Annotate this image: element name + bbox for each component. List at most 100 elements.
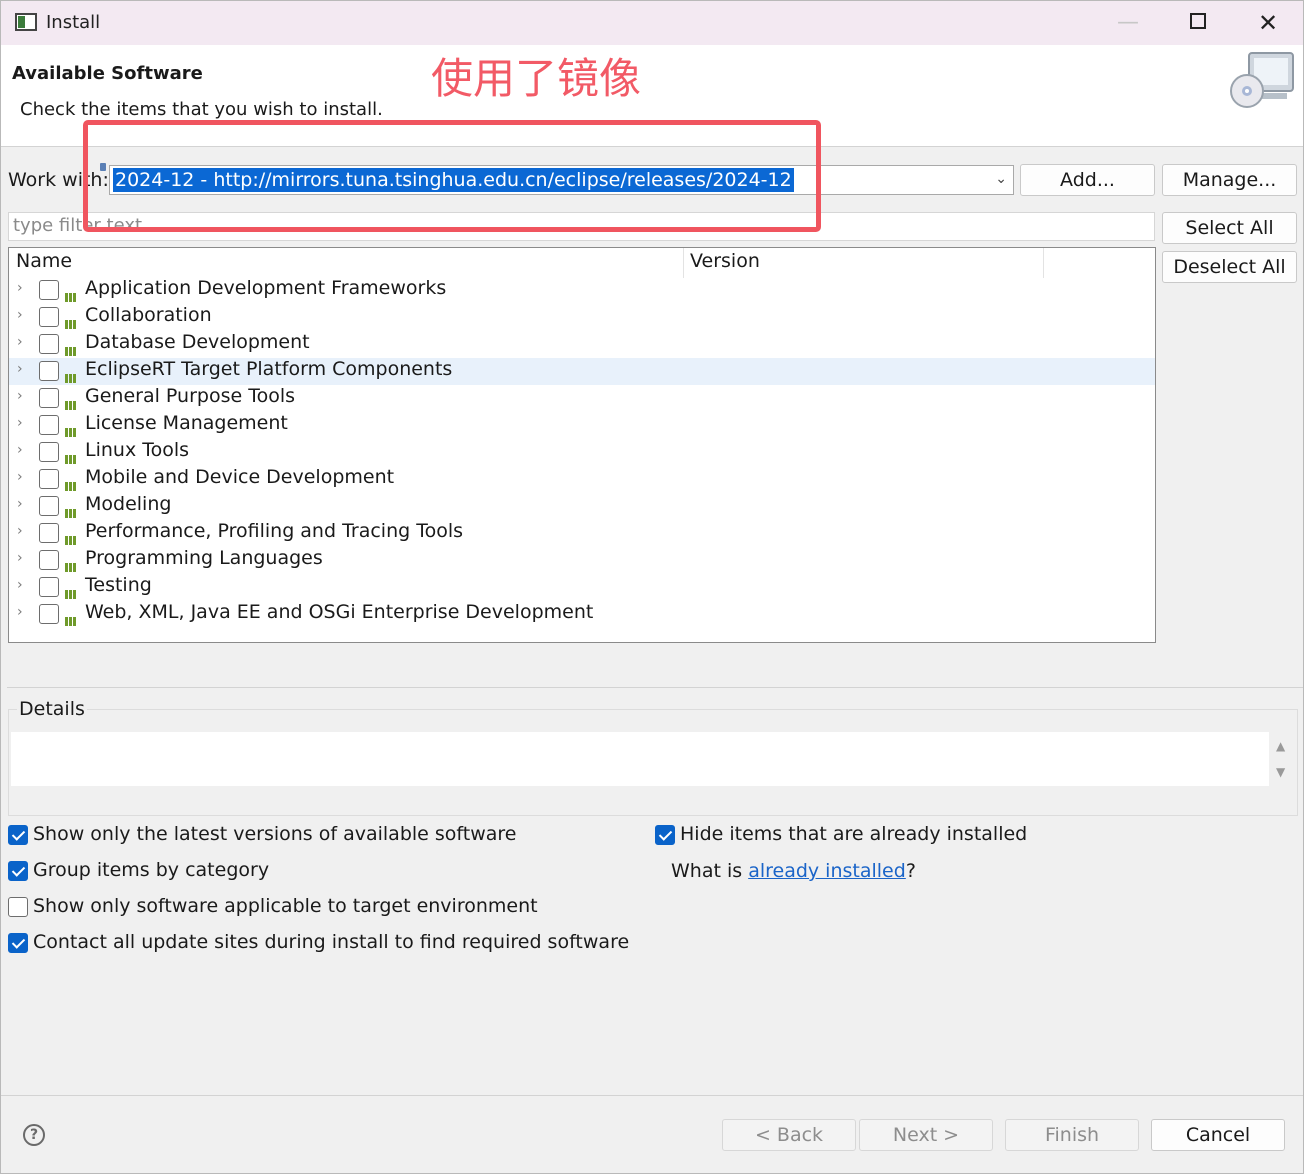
chevron-right-icon[interactable]: › [17,550,23,566]
chevron-right-icon[interactable]: › [17,442,23,458]
chevron-right-icon[interactable]: › [17,361,23,377]
row-label: Mobile and Device Development [85,466,395,488]
tree-row[interactable]: › Testing [9,574,1155,601]
tree-row[interactable]: › Modeling [9,493,1155,520]
tree-row[interactable]: › Performance, Profiling and Tracing Too… [9,520,1155,547]
help-icon[interactable]: ? [23,1124,45,1146]
finish-button[interactable]: Finish [1005,1119,1139,1151]
chevron-right-icon[interactable]: › [17,523,23,539]
category-icon [65,285,79,302]
work-with-value[interactable]: 2024-12 - http://mirrors.tuna.tsinghua.e… [113,168,794,192]
tree-row[interactable]: › Linux Tools [9,439,1155,466]
checkbox-checked[interactable] [8,825,28,845]
chevron-right-icon[interactable]: › [17,496,23,512]
row-label: Database Development [85,331,310,353]
what-is-prefix: What is [671,860,749,882]
divider [7,687,1303,688]
row-label: Programming Languages [85,547,323,569]
option-label: Show only the latest versions of availab… [33,823,517,845]
category-icon [65,339,79,356]
close-button[interactable]: ✕ [1233,1,1303,45]
checkbox-unchecked[interactable] [8,897,28,917]
maximize-button[interactable] [1163,1,1233,45]
row-checkbox[interactable] [39,550,59,570]
already-installed-link[interactable]: already installed [748,860,906,882]
row-label: Linux Tools [85,439,190,461]
page-description: Check the items that you wish to install… [20,99,383,120]
column-divider[interactable] [683,248,684,278]
tree-row[interactable]: › Web, XML, Java EE and OSGi Enterprise … [9,601,1155,628]
minimize-button[interactable]: — [1093,1,1163,45]
tree-row[interactable]: › Mobile and Device Development [9,466,1155,493]
cancel-button[interactable]: Cancel [1151,1119,1285,1151]
chevron-right-icon[interactable]: › [17,469,23,485]
row-checkbox[interactable] [39,523,59,543]
scroll-down-arrow-icon[interactable]: ▼ [1276,765,1285,779]
add-site-button[interactable]: Add... [1020,164,1155,196]
column-header-version[interactable]: Version [690,250,760,272]
tree-row[interactable]: › General Purpose Tools [9,385,1155,412]
maximize-icon [1190,13,1206,29]
tree-row[interactable]: › Programming Languages [9,547,1155,574]
category-icon [65,420,79,437]
chevron-right-icon[interactable]: › [17,307,23,323]
option-label: Show only software applicable to target … [33,895,538,917]
already-installed-question: What is already installed? [671,860,916,882]
row-checkbox[interactable] [39,415,59,435]
row-label: Collaboration [85,304,212,326]
checkbox-checked[interactable] [8,933,28,953]
row-checkbox[interactable] [39,496,59,516]
row-checkbox[interactable] [39,469,59,489]
row-label: Web, XML, Java EE and OSGi Enterprise De… [85,601,594,623]
next-button[interactable]: Next > [859,1119,993,1151]
row-checkbox[interactable] [39,361,59,381]
category-icon [65,393,79,410]
column-divider[interactable] [1043,248,1044,278]
work-with-combo[interactable]: 2024-12 - http://mirrors.tuna.tsinghua.e… [109,165,1014,195]
chevron-right-icon[interactable]: › [17,280,23,296]
chevron-right-icon[interactable]: › [17,577,23,593]
row-label: General Purpose Tools [85,385,296,407]
option-label: Contact all update sites during install … [33,931,630,953]
checkbox-checked[interactable] [8,861,28,881]
category-icon [65,609,79,626]
install-banner-icon [1230,52,1294,108]
category-icon [65,528,79,545]
category-icon [65,582,79,599]
tree-row[interactable]: › Application Development Frameworks [9,277,1155,304]
row-label: EclipseRT Target Platform Components [85,358,453,380]
row-checkbox[interactable] [39,307,59,327]
option-label: Hide items that are already installed [680,823,1028,845]
row-checkbox[interactable] [39,280,59,300]
chevron-right-icon[interactable]: › [17,604,23,620]
select-all-button[interactable]: Select All [1162,212,1297,244]
tree-row[interactable]: › Collaboration [9,304,1155,331]
chevron-down-icon[interactable]: ⌄ [995,171,1007,187]
tree-row[interactable]: › Database Development [9,331,1155,358]
software-tree[interactable]: Name Version › Application Development F… [8,247,1156,643]
manage-sites-button[interactable]: Manage... [1162,164,1297,196]
row-checkbox[interactable] [39,334,59,354]
chevron-right-icon[interactable]: › [17,388,23,404]
category-icon [65,447,79,464]
what-is-suffix: ? [905,860,916,882]
filter-input[interactable]: type filter text [8,212,1155,241]
tree-row[interactable]: › License Management [9,412,1155,439]
checkbox-checked[interactable] [655,825,675,845]
chevron-right-icon[interactable]: › [17,334,23,350]
category-icon [65,501,79,518]
tree-row-selected[interactable]: › EclipseRT Target Platform Components [9,358,1155,385]
wizard-header: Available Software Check the items that … [1,45,1303,147]
row-checkbox[interactable] [39,388,59,408]
chevron-right-icon[interactable]: › [17,415,23,431]
column-header-name[interactable]: Name [16,250,72,272]
deselect-all-button[interactable]: Deselect All [1162,251,1297,283]
back-button[interactable]: < Back [722,1119,856,1151]
row-checkbox[interactable] [39,604,59,624]
category-icon [65,366,79,383]
details-text-area[interactable] [11,732,1269,786]
scroll-up-arrow-icon[interactable]: ▲ [1276,739,1285,753]
option-label: Group items by category [33,859,270,881]
row-checkbox[interactable] [39,442,59,462]
row-checkbox[interactable] [39,577,59,597]
